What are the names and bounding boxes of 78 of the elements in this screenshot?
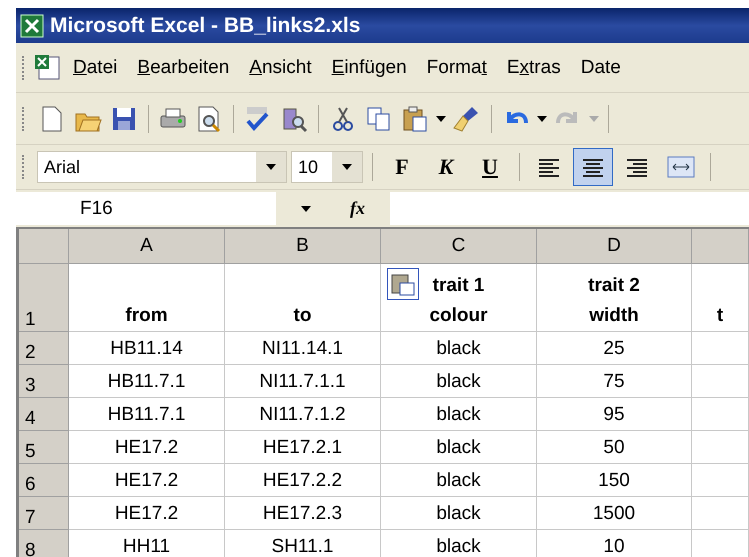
table-cell: HE17.2	[69, 497, 225, 530]
align-right-icon	[625, 157, 649, 177]
row-header[interactable]: 4	[19, 398, 69, 431]
align-center-icon	[581, 157, 605, 177]
table-cell: 75	[537, 365, 692, 398]
italic-button[interactable]: K	[426, 149, 466, 185]
menu-item[interactable]: Bearbeiten	[127, 52, 240, 82]
table-cell: SH11.1	[225, 530, 381, 557]
menu-item[interactable]: Einfügen	[322, 52, 417, 82]
column-header[interactable]: B	[225, 229, 381, 264]
row-header[interactable]: 7	[19, 497, 69, 530]
table-cell: HE17.2	[69, 431, 225, 464]
table-cell: black	[381, 530, 537, 557]
table-cell: NI11.7.1.1	[225, 365, 381, 398]
table-cell: HB11.7.1	[69, 365, 225, 398]
caret-icon[interactable]	[342, 164, 352, 170]
merge-center-icon	[667, 155, 695, 179]
bold-button[interactable]: F	[382, 149, 422, 185]
menu-item[interactable]: Date	[570, 52, 631, 82]
column-header[interactable]: C	[381, 229, 537, 264]
menu-item[interactable]: Ansicht	[239, 52, 322, 82]
font-size-dropdown[interactable]: 10	[291, 151, 363, 183]
font-dropdown[interactable]: Arial	[37, 151, 287, 183]
table-cell: 150	[537, 464, 692, 497]
caret-icon[interactable]	[301, 206, 311, 212]
align-center-button[interactable]	[573, 148, 613, 186]
row-header[interactable]: 2	[19, 332, 69, 365]
table-cell	[692, 431, 749, 464]
table-cell	[692, 464, 749, 497]
align-left-icon	[537, 157, 561, 177]
table-cell: black	[381, 365, 537, 398]
table-cell: HE17.2.2	[225, 464, 381, 497]
table-cell: trait 2 width	[537, 264, 692, 332]
table-cell	[692, 332, 749, 365]
table-cell: to	[225, 264, 381, 332]
table-cell	[692, 398, 749, 431]
column-header[interactable]: A	[69, 229, 225, 264]
table-cell: HB11.7.1	[69, 398, 225, 431]
caret-icon[interactable]	[266, 164, 276, 170]
table-cell: HB11.14	[69, 332, 225, 365]
column-header[interactable]: D	[537, 229, 692, 264]
name-box[interactable]: F16	[16, 192, 276, 225]
row-header[interactable]: 1	[19, 264, 69, 332]
table-cell: black	[381, 431, 537, 464]
window-title: Microsoft Excel - BB_links2.xls	[50, 14, 360, 38]
table-cell	[692, 365, 749, 398]
menu-item[interactable]: Format	[416, 52, 497, 82]
table-cell	[692, 497, 749, 530]
table-cell: 1500	[537, 497, 692, 530]
table-cell: NI11.7.1.2	[225, 398, 381, 431]
table-cell: 10	[537, 530, 692, 557]
row-header[interactable]: 8	[19, 530, 69, 557]
row-header[interactable]: 6	[19, 464, 69, 497]
table-cell: black	[381, 464, 537, 497]
underline-button[interactable]: U	[470, 149, 510, 185]
table-cell: black	[381, 497, 537, 530]
function-label[interactable]: fx	[350, 198, 390, 219]
table-cell: 95	[537, 398, 692, 431]
row-header[interactable]: 5	[19, 431, 69, 464]
table-cell: from	[69, 264, 225, 332]
spreadsheet-app-icon	[20, 14, 44, 38]
table-cell: HE17.2.1	[225, 431, 381, 464]
menu-item[interactable]: Datei	[63, 52, 128, 82]
menu-item[interactable]: Extras	[496, 52, 571, 82]
table-cell: HH11	[69, 530, 225, 557]
table-cell: HE17.2.3	[225, 497, 381, 530]
table-cell: black	[381, 332, 537, 365]
row-header[interactable]: 3	[19, 365, 69, 398]
formula-input[interactable]	[390, 192, 749, 225]
table-cell: 25	[537, 332, 692, 365]
caret-icon[interactable]	[537, 116, 547, 122]
table-cell: t	[692, 264, 749, 332]
table-cell: 50	[537, 431, 692, 464]
caret-icon[interactable]	[436, 116, 446, 122]
table-cell: black	[381, 398, 537, 431]
paste-options-icon[interactable]	[387, 268, 419, 300]
table-cell: HE17.2	[69, 464, 225, 497]
table-cell: NI11.14.1	[225, 332, 381, 365]
